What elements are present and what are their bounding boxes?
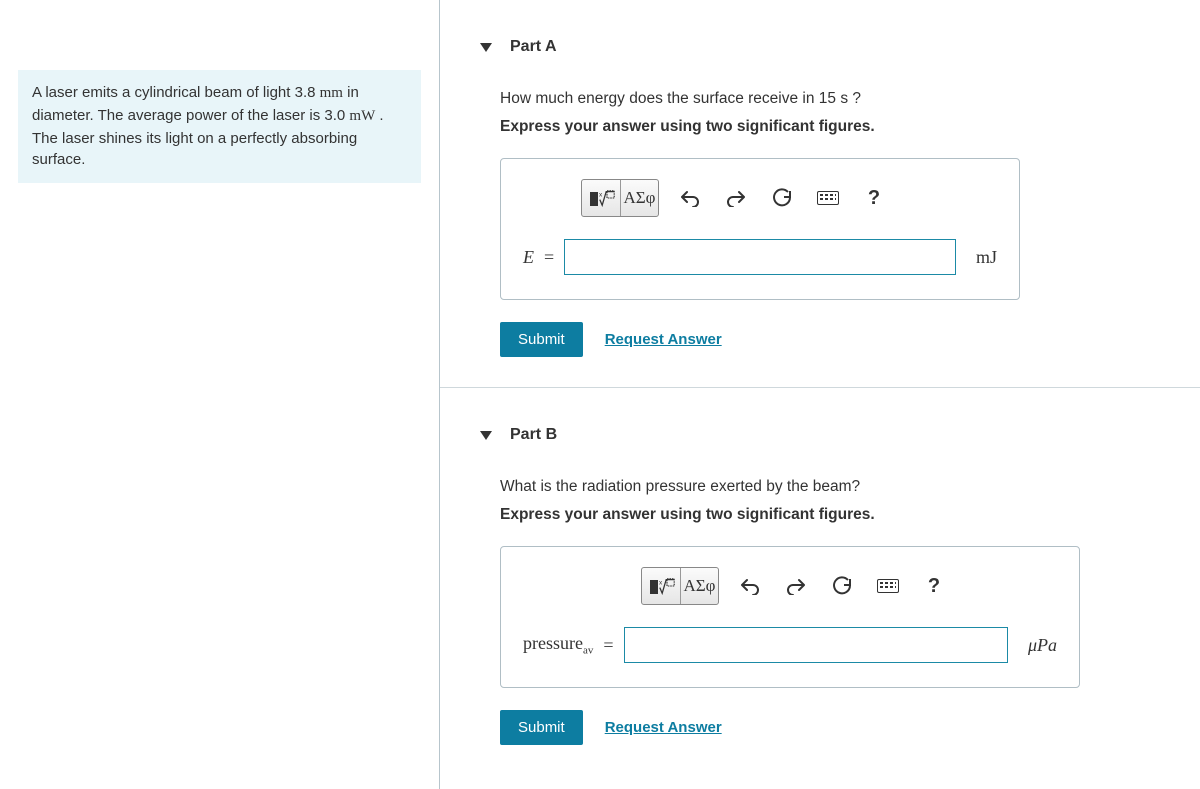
svg-text:x: x (659, 579, 663, 586)
part-a-submit-button[interactable]: Submit (500, 322, 583, 357)
keyboard-button[interactable] (869, 568, 907, 604)
greek-button[interactable]: ΑΣφ (680, 568, 718, 604)
collapse-icon[interactable] (480, 43, 492, 52)
part-a-title: Part A (510, 38, 557, 56)
problem-panel: A laser emits a cylindrical beam of ligh… (0, 0, 440, 789)
keyboard-icon (817, 191, 839, 205)
part-b: Part B What is the radiation pressure ex… (440, 388, 1200, 775)
redo-button[interactable] (717, 180, 755, 216)
keyboard-icon (877, 579, 899, 593)
part-a-unit: mJ (976, 247, 997, 268)
part-a: Part A How much energy does the surface … (440, 0, 1200, 388)
part-a-answer-box: x ΑΣφ (500, 158, 1020, 300)
part-b-input[interactable] (624, 627, 1008, 663)
part-a-request-answer-link[interactable]: Request Answer (605, 331, 722, 348)
undo-button[interactable] (671, 180, 709, 216)
unit-mw: mW (349, 108, 375, 124)
keyboard-button[interactable] (809, 180, 847, 216)
template-button[interactable]: x (582, 180, 620, 216)
part-b-instruction: Express your answer using two significan… (500, 506, 1160, 524)
reset-button[interactable] (763, 180, 801, 216)
part-a-variable: E (523, 247, 534, 268)
equals-sign: = (603, 635, 613, 656)
reset-button[interactable] (823, 568, 861, 604)
part-b-question: What is the radiation pressure exerted b… (500, 478, 1160, 496)
part-b-unit: μPa (1028, 635, 1057, 656)
collapse-icon[interactable] (480, 431, 492, 440)
greek-button[interactable]: ΑΣφ (620, 180, 658, 216)
part-a-toolbar: x ΑΣφ (523, 179, 997, 217)
undo-button[interactable] (731, 568, 769, 604)
part-a-question: How much energy does the surface receive… (500, 90, 1160, 108)
problem-statement: A laser emits a cylindrical beam of ligh… (18, 70, 421, 183)
template-button[interactable]: x (642, 568, 680, 604)
help-button[interactable]: ? (915, 568, 953, 604)
part-b-submit-button[interactable]: Submit (500, 710, 583, 745)
part-b-answer-box: x ΑΣφ (500, 546, 1080, 688)
part-a-input[interactable] (564, 239, 956, 275)
svg-text:x: x (599, 191, 603, 198)
part-b-request-answer-link[interactable]: Request Answer (605, 719, 722, 736)
equals-sign: = (544, 247, 554, 268)
redo-button[interactable] (777, 568, 815, 604)
part-b-title: Part B (510, 426, 557, 444)
problem-text-1: A laser emits a cylindrical beam of ligh… (32, 84, 320, 101)
help-button[interactable]: ? (855, 180, 893, 216)
part-b-variable: pressureav (523, 633, 593, 657)
unit-mm: mm (320, 85, 343, 101)
part-b-toolbar: x ΑΣφ (523, 567, 1057, 605)
part-a-instruction: Express your answer using two significan… (500, 118, 1160, 136)
